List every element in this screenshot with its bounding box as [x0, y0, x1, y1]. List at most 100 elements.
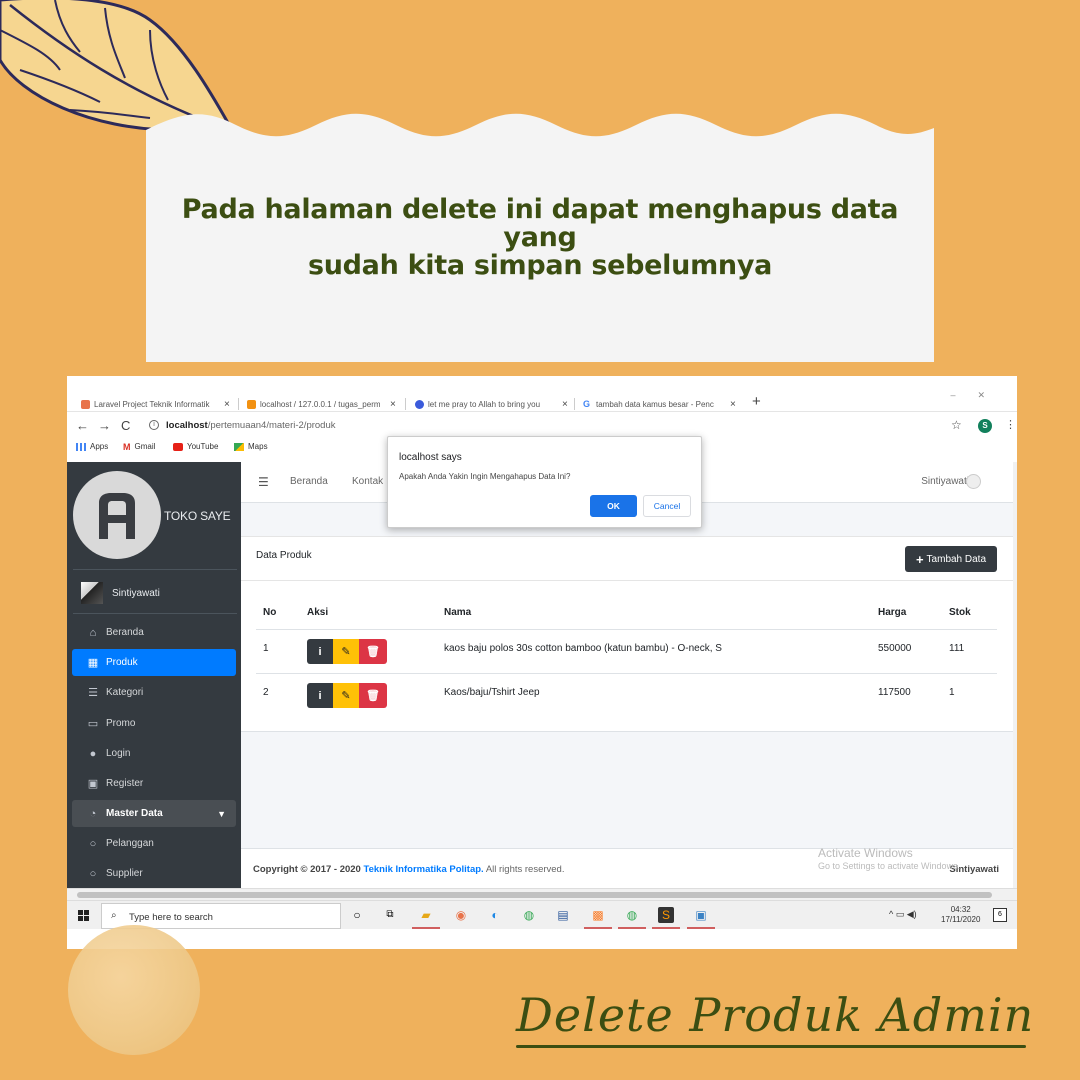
- apps-grid-icon: [76, 442, 86, 451]
- user-avatar[interactable]: [81, 582, 103, 604]
- scrollbar-thumb[interactable]: [77, 892, 992, 898]
- new-tab-icon[interactable]: +: [752, 393, 761, 410]
- delete-button[interactable]: 🗑: [359, 683, 387, 708]
- task-view-icon[interactable]: ⧉: [382, 907, 398, 923]
- chrome-icon[interactable]: ◍: [521, 907, 537, 923]
- kebab-menu-icon[interactable]: ⋮: [1005, 418, 1016, 431]
- browser-tab-1[interactable]: Laravel Project Teknik Informatik ×: [81, 396, 231, 412]
- active-indicator: [652, 927, 680, 929]
- brand-logo[interactable]: [73, 471, 161, 559]
- dialog-message: Apakah Anda Yakin Ingin Mengahapus Data …: [399, 472, 571, 481]
- cancel-button[interactable]: Cancel: [643, 495, 691, 517]
- sidebar-item-promo[interactable]: ▭ Promo: [72, 710, 236, 737]
- add-data-button[interactable]: + Tambah Data: [905, 546, 997, 572]
- url-path: /pertemuaan4/materi-2/produk: [207, 420, 336, 431]
- navbar-user-avatar[interactable]: [966, 474, 981, 489]
- activate-windows-watermark: Activate Windows Go to Settings to activ…: [818, 846, 960, 871]
- edit-button[interactable]: ✎: [333, 683, 359, 708]
- divider: [73, 569, 237, 570]
- horizontal-scrollbar[interactable]: [67, 888, 1017, 900]
- brand-name[interactable]: TOKO SAYE: [164, 509, 231, 523]
- edit-button[interactable]: ✎: [333, 639, 359, 664]
- sidebar-user-name[interactable]: Sintiyawati: [112, 588, 160, 599]
- watermark-line-2: Go to Settings to activate Windows.: [818, 861, 961, 871]
- windows-start-icon[interactable]: [78, 910, 89, 921]
- column-header-no: No: [263, 607, 277, 618]
- delete-button[interactable]: 🗑: [359, 639, 387, 664]
- browser-tab-2[interactable]: localhost / 127.0.0.1 / tugas_perm ×: [247, 396, 397, 412]
- app-icon[interactable]: ▣: [693, 907, 709, 923]
- edge-icon[interactable]: ◐: [487, 907, 503, 923]
- divider: [241, 580, 1013, 581]
- column-header-stok: Stok: [949, 607, 971, 618]
- close-icon[interactable]: ×: [390, 399, 396, 410]
- bookmark-label: Maps: [248, 442, 268, 451]
- nav-link-kontak[interactable]: Kontak: [352, 476, 383, 487]
- system-tray[interactable]: ^ ▭ ◀): [889, 909, 917, 920]
- cell-nama: kaos baju polos 30s cotton bamboo (katun…: [444, 643, 722, 654]
- bookmark-gmail[interactable]: M Gmail: [123, 442, 155, 451]
- address-bar[interactable]: localhost/pertemuaan4/materi-2/produk: [166, 420, 336, 431]
- browser-tab-strip: Laravel Project Teknik Informatik × loca…: [67, 376, 1017, 412]
- detail-button[interactable]: i: [307, 639, 333, 664]
- browser-tab-3[interactable]: let me pray to Allah to bring you ×: [415, 396, 570, 412]
- firefox-icon[interactable]: ◉: [453, 907, 469, 923]
- cortana-icon[interactable]: ○: [349, 907, 365, 923]
- xampp-icon[interactable]: ▩: [590, 907, 606, 923]
- tab-divider: [238, 398, 239, 410]
- sidebar-item-login[interactable]: ● Login: [72, 740, 236, 767]
- taskbar-clock[interactable]: 04:32 17/11/2020: [941, 905, 980, 925]
- file-explorer-icon[interactable]: ▰: [418, 907, 434, 923]
- detail-button[interactable]: i: [307, 683, 333, 708]
- table-row-line: [256, 673, 997, 674]
- info-icon: i: [318, 645, 322, 658]
- logo-letter-icon: [99, 493, 135, 539]
- sidebar-item-kategori[interactable]: ☰ Kategori: [72, 679, 236, 706]
- search-placeholder: Type here to search: [129, 912, 213, 923]
- window-controls[interactable]: –✕: [950, 390, 1007, 401]
- clock-time: 04:32: [950, 905, 971, 914]
- bookmark-star-icon[interactable]: ☆: [951, 418, 962, 432]
- navbar-user-name[interactable]: Sintiyawati: [921, 476, 969, 487]
- profile-avatar[interactable]: S: [978, 419, 992, 433]
- close-icon[interactable]: ×: [730, 399, 736, 410]
- close-icon[interactable]: ×: [224, 399, 230, 410]
- info-icon[interactable]: i: [149, 420, 159, 430]
- favicon-icon: [247, 399, 256, 409]
- cell-stok: 1: [949, 687, 955, 698]
- sidebar-item-pelanggan[interactable]: ○ Pelanggan: [72, 830, 236, 857]
- google-icon: G: [583, 398, 592, 409]
- chevron-down-icon[interactable]: ▼: [217, 809, 226, 819]
- sidebar-item-beranda[interactable]: ⌂ Beranda: [72, 619, 236, 646]
- trash-icon: 🗑: [366, 646, 380, 658]
- forward-icon[interactable]: →: [98, 418, 111, 433]
- info-icon: i: [318, 689, 322, 702]
- sidebar-item-register[interactable]: ▣ Register: [72, 770, 236, 797]
- vertical-scrollbar[interactable]: [1013, 462, 1017, 888]
- sidebar-item-produk[interactable]: ▦ Produk: [72, 649, 236, 676]
- browser-tab-4[interactable]: G tambah data kamus besar - Penc ×: [583, 396, 743, 412]
- word-icon[interactable]: ▤: [555, 907, 571, 923]
- dialog-title: localhost says: [399, 452, 462, 463]
- bookmark-apps[interactable]: Apps: [76, 442, 108, 451]
- cell-no: 1: [263, 643, 269, 654]
- close-icon[interactable]: ×: [562, 399, 568, 410]
- footer-org-link[interactable]: Teknik Informatika Politap.: [364, 864, 484, 875]
- nav-link-beranda[interactable]: Beranda: [290, 476, 328, 487]
- bookmark-maps[interactable]: Maps: [234, 442, 268, 451]
- back-icon[interactable]: ←: [76, 418, 89, 433]
- favicon-icon: [415, 399, 424, 409]
- sublime-icon[interactable]: S: [658, 907, 674, 923]
- edit-icon: ✎: [341, 646, 351, 658]
- hamburger-menu-icon[interactable]: ☰: [258, 475, 269, 489]
- circle-icon: ○: [89, 867, 97, 880]
- ok-button[interactable]: OK: [590, 495, 637, 517]
- sidebar-item-master-data[interactable]: ◔ Master Data ▼: [72, 800, 236, 827]
- sidebar-item-supplier[interactable]: ○ Supplier: [72, 860, 236, 887]
- bookmark-label: Gmail: [134, 442, 156, 451]
- reload-icon[interactable]: C: [121, 418, 130, 433]
- chrome-profile-icon[interactable]: ◍: [624, 907, 640, 923]
- notification-icon[interactable]: 6: [993, 908, 1007, 922]
- column-header-aksi: Aksi: [307, 607, 329, 618]
- bookmark-youtube[interactable]: YouTube: [173, 442, 218, 451]
